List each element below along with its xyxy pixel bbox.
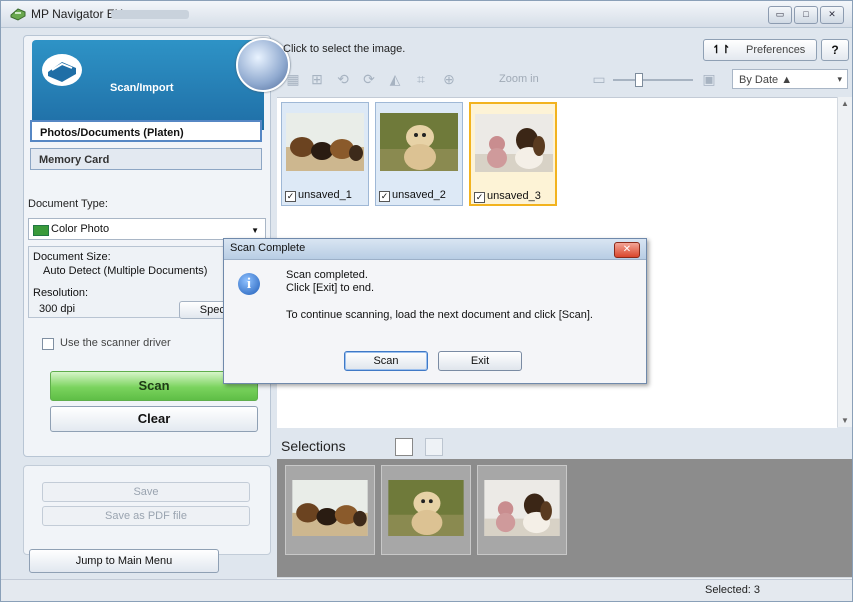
- select-all-icon[interactable]: ▦: [285, 71, 301, 87]
- selected-count: Selected: 3: [705, 584, 761, 596]
- chevron-down-icon: ▾: [837, 74, 842, 84]
- rotate-right-icon[interactable]: ⟳: [361, 71, 377, 87]
- mirror-icon[interactable]: ◭: [387, 71, 403, 87]
- use-scanner-driver-label: Use the scanner driver: [60, 337, 171, 349]
- title-bar: MP Navigator EX ▭ □ ✕: [1, 1, 852, 28]
- small-thumbnail-icon: ▭: [592, 71, 606, 87]
- selections-header: Selections: [277, 433, 852, 459]
- deselect-all-icon[interactable]: ⊞: [309, 71, 325, 87]
- resolution-value: 300 dpi: [39, 303, 76, 315]
- document-size-label: Document Size:: [33, 251, 111, 263]
- use-scanner-driver-checkbox[interactable]: [42, 338, 54, 350]
- selection-item[interactable]: [381, 465, 471, 555]
- thumbnail-checkbox[interactable]: ✓: [285, 191, 296, 202]
- window-controls: ▭ □ ✕: [768, 6, 844, 24]
- dialog-title-bar: Scan Complete ✕: [224, 239, 646, 260]
- scanner-icon: [42, 54, 82, 86]
- close-window-button[interactable]: ✕: [820, 6, 844, 24]
- dialog-message-line3: To continue scanning, load the next docu…: [286, 309, 593, 321]
- photo-dogs-puppies: [292, 480, 368, 536]
- section-title: Scan/Import: [110, 82, 174, 94]
- dialog-close-button[interactable]: ✕: [614, 242, 640, 258]
- status-bar: Selected: 3: [1, 579, 852, 601]
- selection-item[interactable]: [285, 465, 375, 555]
- dialog-message-line2: Click [Exit] to end.: [286, 282, 375, 294]
- dialog-exit-button[interactable]: Exit: [438, 351, 522, 371]
- thumbnail-checkbox[interactable]: ✓: [474, 192, 485, 203]
- document-type-select[interactable]: Color Photo ▼: [28, 218, 266, 240]
- single-view-icon[interactable]: [425, 438, 443, 456]
- dialog-scan-button[interactable]: Scan: [344, 351, 428, 371]
- thumbnail-caption: ✓ unsaved_3: [474, 190, 541, 203]
- thumbnail-size-slider[interactable]: [613, 73, 693, 87]
- photo-dogs-puppies: [286, 113, 364, 171]
- thumbnail-caption: ✓ unsaved_1: [285, 189, 352, 202]
- tab-memory-card[interactable]: Memory Card: [30, 148, 262, 170]
- tab-photos-documents[interactable]: Photos/Documents (Platen): [30, 120, 262, 142]
- title-document-name: [111, 10, 189, 19]
- thumbnail-item-selected[interactable]: ✓ unsaved_3: [469, 102, 557, 206]
- zoom-in-label: Zoom in: [499, 73, 539, 85]
- save-panel: Save Save as PDF file: [23, 465, 271, 555]
- thumbnail-item[interactable]: ✓ unsaved_1: [281, 102, 369, 206]
- grid-view-icon[interactable]: [395, 438, 413, 456]
- crop-icon[interactable]: ⌗: [413, 71, 429, 87]
- slider-knob[interactable]: [635, 73, 643, 87]
- zoom-in-icon[interactable]: ⊕: [441, 71, 457, 87]
- scan-import-header: Scan/Import: [32, 40, 264, 130]
- thumbnail-item[interactable]: ✓ unsaved_2: [375, 102, 463, 206]
- document-type-value: Color Photo: [51, 223, 110, 235]
- jump-to-main-menu-button[interactable]: Jump to Main Menu: [29, 549, 219, 573]
- thumbnail-caption: ✓ unsaved_2: [379, 189, 446, 202]
- sort-select[interactable]: By Date ▲ ▾: [732, 69, 848, 89]
- help-button[interactable]: ?: [821, 39, 849, 61]
- chevron-down-icon: ▼: [251, 226, 259, 235]
- document-size-value: Auto Detect (Multiple Documents): [43, 265, 208, 277]
- selection-item[interactable]: [477, 465, 567, 555]
- selections-area: [277, 459, 852, 577]
- save-button[interactable]: Save: [42, 482, 250, 502]
- thumbnail-checkbox[interactable]: ✓: [379, 191, 390, 202]
- preferences-button[interactable]: ↿↾ Preferences: [703, 39, 817, 61]
- minimize-button[interactable]: ▭: [768, 6, 792, 24]
- document-type-label: Document Type:: [28, 198, 108, 210]
- app-scanner-icon: [10, 8, 26, 21]
- scan-complete-dialog: Scan Complete ✕ i Scan completed. Click …: [223, 238, 647, 384]
- clear-button[interactable]: Clear: [50, 406, 258, 432]
- info-icon: i: [238, 273, 260, 295]
- photo-yellow-labrador: [388, 480, 464, 536]
- window-title: MP Navigator EX: [31, 7, 123, 21]
- resolution-label: Resolution:: [33, 287, 89, 299]
- scroll-up-icon[interactable]: ▲: [841, 99, 849, 108]
- instruction-text: Click to select the image.: [283, 43, 406, 55]
- app-window: MP Navigator EX ▭ □ ✕ Scan/Import Photos…: [0, 0, 853, 602]
- preferences-label: Preferences: [746, 44, 806, 56]
- image-toolbar: ▦ ⊞ ⟲ ⟳ ◭ ⌗ ⊕ Zoom in ▭ ▣ By Date ▲ ▾: [277, 65, 852, 93]
- dialog-title: Scan Complete: [230, 242, 306, 254]
- save-as-pdf-button[interactable]: Save as PDF file: [42, 506, 250, 526]
- scroll-down-icon[interactable]: ▼: [841, 416, 849, 425]
- large-thumbnail-icon: ▣: [702, 71, 716, 87]
- sort-value: By Date ▲: [739, 74, 793, 86]
- rotate-left-icon[interactable]: ⟲: [335, 71, 351, 87]
- thumbnail-scrollbar[interactable]: ▲ ▼: [837, 97, 852, 427]
- selections-title: Selections: [281, 438, 346, 454]
- maximize-button[interactable]: □: [794, 6, 818, 24]
- photo-yellow-labrador: [380, 113, 458, 171]
- photo-dog-with-teddy-bear: [484, 480, 560, 536]
- color-photo-icon: [33, 225, 49, 236]
- preferences-icon: ↿↾: [712, 44, 731, 56]
- dialog-message-line1: Scan completed.: [286, 269, 368, 281]
- photo-dog-with-teddy-bear: [475, 114, 553, 172]
